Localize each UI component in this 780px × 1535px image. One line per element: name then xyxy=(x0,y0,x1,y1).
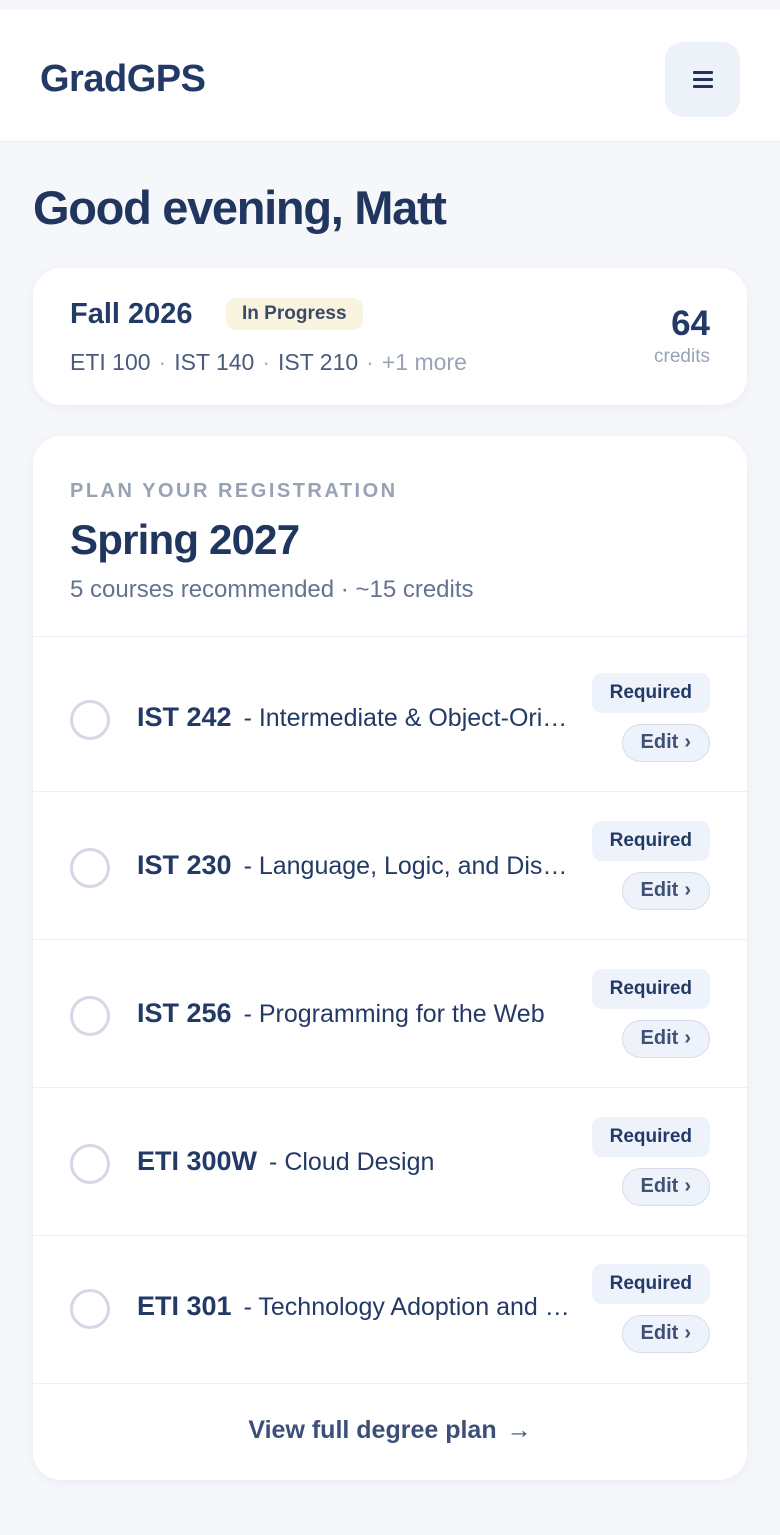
term-title: Fall 2026 xyxy=(70,298,193,330)
registration-plan-card: PLAN YOUR REGISTRATION Spring 2027 5 cou… xyxy=(33,436,747,1480)
course-title: IST 256 - Programming for the Web xyxy=(137,998,577,1029)
term-course: IST 140 xyxy=(174,349,255,375)
chevron-right-icon: › xyxy=(684,1175,691,1197)
chevron-right-icon: › xyxy=(684,879,691,901)
course-row[interactable]: ETI 300W - Cloud Design Required Edit › xyxy=(33,1087,747,1235)
edit-course-button[interactable]: Edit › xyxy=(621,724,710,762)
plan-eyebrow: PLAN YOUR REGISTRATION xyxy=(70,480,398,502)
course-code: IST 230 xyxy=(137,850,232,880)
edit-course-button[interactable]: Edit › xyxy=(621,1020,710,1058)
current-term-card[interactable]: Fall 2026 In Progress ETI 100 · IST 140 · IS… xyxy=(33,268,747,405)
course-title: IST 242 - Intermediate & Object-Oriented … xyxy=(137,702,577,733)
course-title: ETI 301 - Technology Adoption and Diffusi… xyxy=(137,1291,577,1322)
credits-label: credits xyxy=(654,346,710,367)
course-title: IST 230 - Language, Logic, and Discrete M… xyxy=(137,850,577,881)
required-badge: Required xyxy=(591,1117,710,1157)
edit-course-button[interactable]: Edit › xyxy=(621,1315,710,1353)
credits-value: 64 xyxy=(671,304,710,343)
course-row[interactable]: ETI 301 - Technology Adoption and Diffusi… xyxy=(33,1235,747,1383)
status-strip xyxy=(0,0,780,10)
edit-course-button[interactable]: Edit › xyxy=(621,1168,710,1206)
divider xyxy=(33,1383,747,1384)
edit-label: Edit xyxy=(640,1175,679,1197)
term-course: ETI 100 xyxy=(70,349,151,375)
edit-label: Edit xyxy=(640,1027,679,1049)
course-code: ETI 301 xyxy=(137,1291,232,1321)
course-row[interactable]: IST 256 - Programming for the Web Require… xyxy=(33,939,747,1087)
edit-label: Edit xyxy=(640,1322,679,1344)
course-name: - Technology Adoption and Diffusion xyxy=(243,1293,577,1321)
edit-label: Edit xyxy=(640,879,679,901)
course-code: IST 242 xyxy=(137,702,232,732)
required-badge: Required xyxy=(591,1264,710,1304)
required-badge: Required xyxy=(591,673,710,713)
course-name: - Cloud Design xyxy=(269,1148,435,1176)
status-badge: In Progress xyxy=(226,298,363,330)
course-row[interactable]: IST 230 - Language, Logic, and Discrete M… xyxy=(33,791,747,939)
app-header: GradGPS xyxy=(0,10,780,142)
course-select-radio[interactable] xyxy=(70,1144,110,1184)
course-code: ETI 300W xyxy=(137,1146,258,1176)
required-badge: Required xyxy=(591,969,710,1009)
course-row[interactable]: IST 242 - Intermediate & Object-Oriented … xyxy=(33,636,747,784)
chevron-right-icon: › xyxy=(684,1027,691,1049)
app-logo[interactable]: GradGPS xyxy=(40,58,206,101)
course-code: IST 256 xyxy=(137,998,232,1028)
menu-button[interactable] xyxy=(665,42,740,117)
term-more-courses: +1 more xyxy=(381,349,467,375)
course-select-radio[interactable] xyxy=(70,848,110,888)
course-name: - Intermediate & Object-Oriented Applica… xyxy=(243,704,577,732)
course-select-radio[interactable] xyxy=(70,700,110,740)
chevron-right-icon: › xyxy=(684,1322,691,1344)
edit-course-button[interactable]: Edit › xyxy=(621,872,710,910)
view-full-degree-plan-link[interactable]: View full degree plan → xyxy=(33,1416,747,1445)
greeting-heading: Good evening, Matt xyxy=(33,181,447,234)
chevron-right-icon: › xyxy=(684,731,691,753)
course-name: - Language, Logic, and Discrete Mathemat… xyxy=(243,852,577,880)
plan-title: Spring 2027 xyxy=(70,516,300,563)
view-plan-label: View full degree plan xyxy=(248,1416,497,1444)
course-select-radio[interactable] xyxy=(70,1289,110,1329)
hamburger-menu-icon xyxy=(692,70,713,89)
course-select-radio[interactable] xyxy=(70,996,110,1036)
course-title: ETI 300W - Cloud Design xyxy=(137,1146,577,1177)
term-course-list: ETI 100 · IST 140 · IST 210 · +1 more xyxy=(70,349,467,375)
arrow-right-icon: → xyxy=(506,1416,532,1444)
required-badge: Required xyxy=(591,821,710,861)
edit-label: Edit xyxy=(640,731,679,753)
plan-subtitle: 5 courses recommended · ~15 credits xyxy=(70,576,474,603)
term-course: IST 210 xyxy=(278,349,359,375)
course-name: - Programming for the Web xyxy=(243,1000,545,1028)
